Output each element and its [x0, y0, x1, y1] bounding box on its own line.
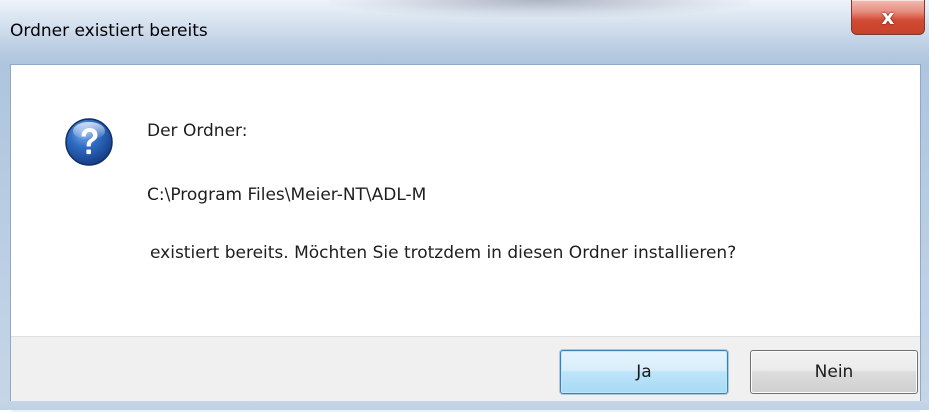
close-button[interactable]: x: [851, 0, 925, 35]
close-icon: x: [881, 5, 895, 29]
dialog-client-area: Der Ordner: C:\Program Files\Meier-NT\AD…: [10, 64, 921, 412]
window-frame-right: [921, 64, 929, 410]
message-question: existiert bereits. Möchten Sie trotzdem …: [150, 243, 737, 263]
message-folder-path: C:\Program Files\Meier-NT\ADL-M: [147, 185, 427, 205]
question-icon: [65, 118, 113, 166]
window-frame-bottom: [0, 401, 929, 410]
message-area: Der Ordner: C:\Program Files\Meier-NT\AD…: [11, 65, 920, 336]
title-bar[interactable]: Ordner existiert bereits x: [0, 0, 929, 64]
message-line-folder: Der Ordner:: [147, 121, 248, 141]
window-title: Ordner existiert bereits: [10, 21, 208, 41]
window-frame-left: [0, 64, 10, 410]
no-button[interactable]: Nein: [750, 350, 918, 394]
yes-button[interactable]: Ja: [560, 350, 728, 394]
